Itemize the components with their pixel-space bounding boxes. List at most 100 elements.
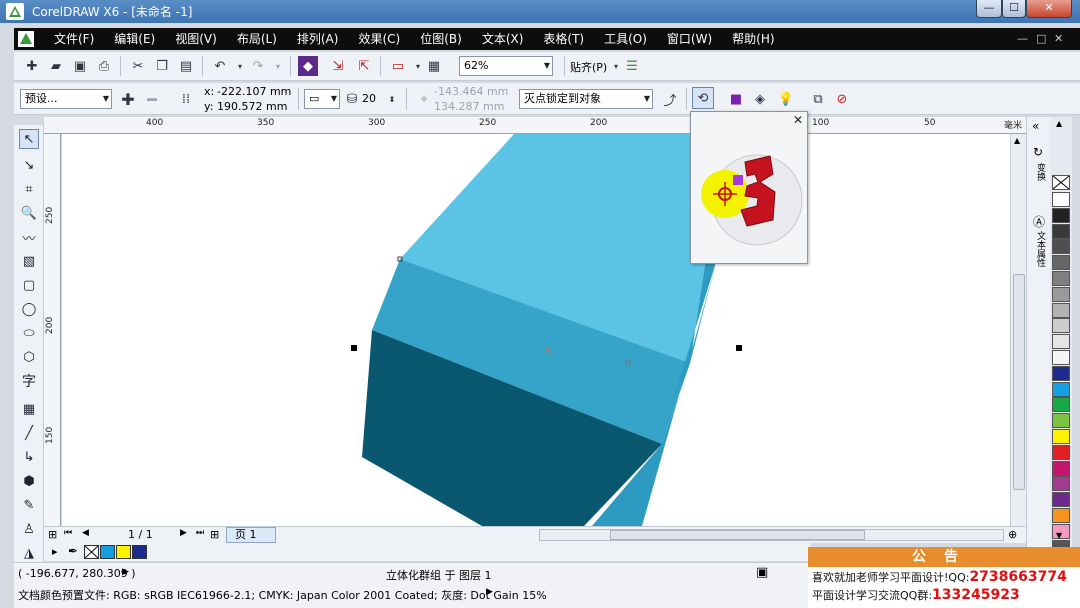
- first-page-icon[interactable]: ⏮: [64, 528, 72, 538]
- palette-swatch[interactable]: [1052, 476, 1070, 492]
- menu-item-8[interactable]: 表格(T): [533, 28, 594, 50]
- palette-swatch[interactable]: [1052, 302, 1070, 318]
- fill-tool-icon[interactable]: ◮: [19, 543, 39, 563]
- copy-icon[interactable]: ❐: [152, 56, 172, 76]
- palette-swatch[interactable]: [1051, 380, 1071, 398]
- insert-page-after-icon[interactable]: ⊞: [210, 528, 219, 541]
- palette-play-icon[interactable]: ▸: [52, 545, 58, 558]
- palette-swatch[interactable]: [1052, 397, 1070, 413]
- cut-icon[interactable]: ✂: [128, 56, 148, 76]
- shape-tool-icon[interactable]: ↘: [19, 155, 39, 175]
- palette-swatch[interactable]: [1052, 334, 1070, 350]
- menu-item-4[interactable]: 排列(A): [287, 28, 349, 50]
- vanishing-point-properties-icon[interactable]: ⤴: [660, 89, 680, 109]
- y-position-field[interactable]: 190.572 mm: [217, 100, 287, 113]
- previous-page-icon[interactable]: ◀: [82, 528, 89, 538]
- doc-minimize-button[interactable]: —: [1017, 32, 1028, 45]
- page-tab-1[interactable]: 页 1: [226, 527, 276, 543]
- add-preset-icon[interactable]: ✚: [118, 89, 138, 109]
- extrude-bevel-icon[interactable]: ◈: [750, 89, 770, 109]
- rotation-preview-icon[interactable]: [695, 142, 805, 252]
- vertical-scrollbar[interactable]: ▲: [1010, 134, 1026, 526]
- application-launcher-icon[interactable]: ▭: [388, 56, 408, 76]
- menu-item-0[interactable]: 文件(F): [44, 28, 104, 50]
- palette-swatch[interactable]: [1052, 271, 1070, 286]
- palette-swatch[interactable]: [1052, 444, 1070, 460]
- palette-swatch[interactable]: [1052, 239, 1070, 255]
- palette-swatch[interactable]: [1052, 192, 1070, 207]
- vertical-ruler[interactable]: 250 200 150: [44, 134, 61, 526]
- depth-field[interactable]: 20: [362, 92, 376, 105]
- undo-dropdown-icon[interactable]: ▾: [230, 56, 250, 76]
- menu-item-5[interactable]: 效果(C): [348, 28, 410, 50]
- palette-swatch[interactable]: [1052, 223, 1070, 239]
- selection-handle[interactable]: [736, 345, 742, 351]
- pick-tool-icon[interactable]: ↖: [19, 129, 39, 149]
- menu-item-9[interactable]: 工具(O): [594, 28, 657, 50]
- document-color-swatch[interactable]: [132, 545, 147, 559]
- palette-swatch[interactable]: [1052, 460, 1070, 476]
- vanishing-point-lock-combo[interactable]: 灭点锁定到对象 ▼: [519, 89, 653, 109]
- open-folder-icon[interactable]: ▰: [46, 56, 66, 76]
- extrude-color-icon[interactable]: ■: [726, 89, 746, 109]
- center-marker-icon[interactable]: ×: [544, 345, 552, 356]
- export-icon[interactable]: ⇱: [354, 56, 374, 76]
- close-icon[interactable]: ✕: [793, 113, 803, 127]
- doc-close-button[interactable]: ✕: [1054, 32, 1063, 45]
- table-tool-icon[interactable]: ▦: [19, 399, 39, 419]
- remove-preset-icon[interactable]: ━: [142, 89, 162, 109]
- paste-icon[interactable]: ▤: [176, 56, 196, 76]
- minimize-button[interactable]: —: [976, 0, 1002, 18]
- zoom-navigator-icon[interactable]: ⊕: [1008, 528, 1017, 541]
- dimension-tool-icon[interactable]: ╱: [19, 423, 39, 443]
- connector-tool-icon[interactable]: ↳: [19, 447, 39, 467]
- document-icon[interactable]: [18, 31, 34, 47]
- extrude-tool-icon[interactable]: ⬢: [19, 471, 39, 491]
- copy-extrude-properties-icon[interactable]: ⧉: [808, 89, 828, 109]
- extrude-rotation-icon[interactable]: ⟲: [692, 87, 714, 109]
- text-tool-icon[interactable]: 字: [19, 371, 39, 391]
- menu-item-10[interactable]: 窗口(W): [657, 28, 722, 50]
- next-page-icon[interactable]: ▶: [180, 528, 187, 538]
- palette-scroll-down-icon[interactable]: ▼: [1056, 531, 1062, 540]
- horizontal-ruler[interactable]: 400 350 300 250 200 150 100 50 毫米: [44, 117, 1026, 134]
- collapse-docker-icon[interactable]: «: [1032, 119, 1039, 133]
- text-properties-icon[interactable]: Ⓐ: [1033, 213, 1045, 230]
- menu-item-11[interactable]: 帮助(H): [722, 28, 784, 50]
- palette-swatch[interactable]: [1052, 492, 1070, 508]
- maximize-button[interactable]: ☐: [1002, 0, 1026, 18]
- palette-scroll-up-icon[interactable]: ▲: [1056, 119, 1062, 128]
- menu-item-3[interactable]: 布局(L): [227, 28, 287, 50]
- palette-swatch[interactable]: [1052, 286, 1070, 302]
- document-color-swatch[interactable]: [116, 545, 131, 559]
- last-page-icon[interactable]: ⏭: [196, 528, 204, 538]
- zoom-level-combo[interactable]: 62% ▼: [459, 56, 553, 76]
- vertical-scroll-thumb[interactable]: [1013, 274, 1025, 490]
- welcome-screen-icon[interactable]: ▦: [424, 56, 444, 76]
- palette-swatch[interactable]: [1052, 255, 1070, 271]
- ellipse-tool-icon[interactable]: ◯: [19, 299, 39, 319]
- polygon-tool-icon[interactable]: ⬭: [19, 323, 39, 343]
- menu-item-2[interactable]: 视图(V): [165, 28, 227, 50]
- new-document-icon[interactable]: ✚: [22, 56, 42, 76]
- clear-extrude-icon[interactable]: ⊘: [832, 89, 852, 109]
- freehand-tool-icon[interactable]: 〰: [19, 227, 39, 247]
- palette-swatch[interactable]: [1052, 318, 1070, 334]
- palette-swatch[interactable]: [1052, 508, 1070, 523]
- undo-icon[interactable]: ↶: [210, 56, 230, 76]
- eyedropper-icon[interactable]: ✒: [68, 544, 78, 558]
- redo-dropdown-icon[interactable]: ▾: [268, 56, 288, 76]
- close-button[interactable]: ✕: [1026, 0, 1072, 18]
- no-fill-swatch[interactable]: [1052, 175, 1070, 190]
- outline-tool-icon[interactable]: ♙: [19, 519, 39, 539]
- basic-shapes-tool-icon[interactable]: ⬡: [19, 347, 39, 367]
- import-icon[interactable]: ⇲: [328, 56, 348, 76]
- extrusion-type-combo[interactable]: ▭ ▼: [304, 89, 340, 109]
- redo-icon[interactable]: ↷: [248, 56, 268, 76]
- crop-tool-icon[interactable]: ⌗: [19, 179, 39, 199]
- palette-swatch[interactable]: [1052, 413, 1070, 429]
- options-icon[interactable]: ☰: [622, 56, 642, 76]
- save-icon[interactable]: ▣: [70, 56, 90, 76]
- selection-handle[interactable]: [351, 345, 357, 351]
- eyedropper-tool-icon[interactable]: ✎: [19, 495, 39, 515]
